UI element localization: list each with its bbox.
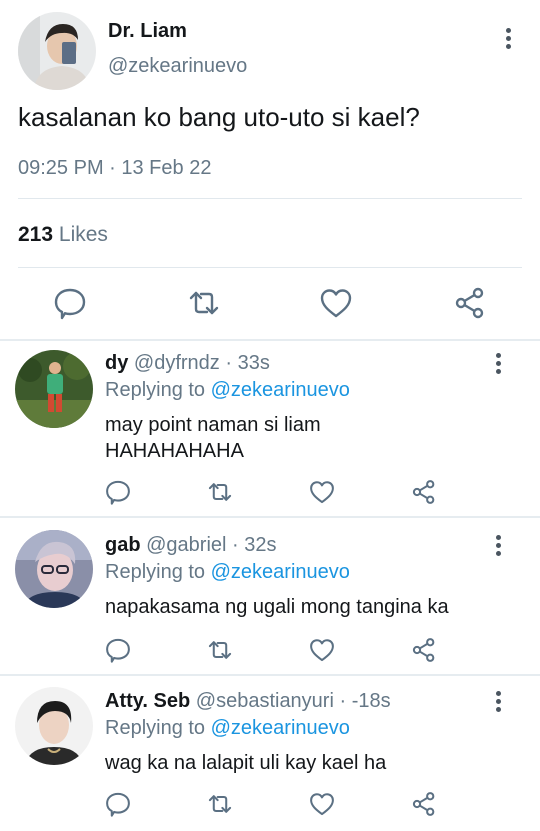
avatar[interactable] <box>18 12 96 90</box>
likes-number: 213 <box>18 223 54 246</box>
more-options-icon[interactable] <box>506 28 512 52</box>
like-icon[interactable] <box>308 790 336 818</box>
share-icon[interactable] <box>410 636 438 664</box>
reply-header: gab @gabriel · 32s <box>105 534 277 557</box>
avatar[interactable] <box>15 530 93 608</box>
reply-author-handle[interactable]: @gabriel <box>146 534 226 556</box>
reply-text-line: wag ka na lalapit uli kay kael ha <box>105 752 387 774</box>
reply-actions <box>0 790 540 830</box>
divider <box>18 267 522 268</box>
reply-icon[interactable] <box>104 636 132 664</box>
mention-link[interactable]: @zekearinuevo <box>211 561 350 583</box>
like-icon[interactable] <box>308 478 336 506</box>
reply-text-line: may point naman si liam <box>105 414 321 436</box>
replying-label: Replying to <box>105 379 206 401</box>
reply-author-name[interactable]: gab <box>105 534 141 556</box>
retweet-icon[interactable] <box>206 790 234 818</box>
reply-time: · -18s <box>333 690 391 712</box>
reply-time: · 32s <box>226 534 277 556</box>
likes-count[interactable]: 213 Likes <box>18 223 108 247</box>
main-tweet: Dr. Liam @zekearinuevo kasalanan ko bang… <box>0 0 540 340</box>
reply-tweet[interactable]: dy @dyfrndz · 33s Replying to @zekearinu… <box>0 341 540 516</box>
retweet-icon[interactable] <box>206 636 234 664</box>
more-options-icon[interactable] <box>496 535 502 559</box>
reply-tweet[interactable]: Atty. Seb @sebastianyuri · -18s Replying… <box>0 676 540 831</box>
reply-text: may point naman si liam HAHAHAHAHA <box>105 412 321 464</box>
reply-text: wag ka na lalapit uli kay kael ha <box>105 750 386 776</box>
reply-author-handle[interactable]: @sebastianyuri <box>196 690 334 712</box>
retweet-icon[interactable] <box>186 285 222 321</box>
reply-time: · 33s <box>219 352 270 374</box>
tweet-text: kasalanan ko bang uto-uto si kael? <box>18 102 420 132</box>
replying-label: Replying to <box>105 561 206 583</box>
reply-header: Atty. Seb @sebastianyuri · -18s <box>105 690 391 713</box>
more-options-icon[interactable] <box>496 353 502 377</box>
reply-author-handle[interactable]: @dyfrndz <box>134 352 220 374</box>
divider <box>18 198 522 199</box>
replying-to: Replying to @zekearinuevo <box>105 379 350 402</box>
share-icon[interactable] <box>410 478 438 506</box>
tweet-timestamp[interactable]: 09:25 PM · 13 Feb 22 <box>18 157 211 180</box>
reply-actions <box>0 636 540 676</box>
mention-link[interactable]: @zekearinuevo <box>211 717 350 739</box>
reply-icon[interactable] <box>104 478 132 506</box>
reply-icon[interactable] <box>104 790 132 818</box>
likes-label: Likes <box>58 223 108 246</box>
reply-text-line: HAHAHAHAHA <box>105 440 244 462</box>
reply-tweet[interactable]: gab @gabriel · 32s Replying to @zekearin… <box>0 518 540 674</box>
author-handle[interactable]: @zekearinuevo <box>108 55 247 78</box>
tweet-actions <box>0 285 540 325</box>
share-icon[interactable] <box>452 285 488 321</box>
reply-text: napakasama ng ugali mong tangina ka <box>105 594 449 620</box>
reply-author-name[interactable]: dy <box>105 352 128 374</box>
share-icon[interactable] <box>410 790 438 818</box>
reply-author-name[interactable]: Atty. Seb <box>105 690 190 712</box>
avatar[interactable] <box>15 687 93 765</box>
reply-actions <box>0 478 540 518</box>
avatar[interactable] <box>15 350 93 428</box>
reply-icon[interactable] <box>52 285 88 321</box>
more-options-icon[interactable] <box>496 691 502 715</box>
reply-header: dy @dyfrndz · 33s <box>105 352 270 375</box>
retweet-icon[interactable] <box>206 478 234 506</box>
like-icon[interactable] <box>308 636 336 664</box>
reply-text-line: napakasama ng ugali mong tangina ka <box>105 596 449 618</box>
replying-to: Replying to @zekearinuevo <box>105 717 350 740</box>
mention-link[interactable]: @zekearinuevo <box>211 379 350 401</box>
author-name[interactable]: Dr. Liam <box>108 20 187 43</box>
replying-to: Replying to @zekearinuevo <box>105 561 350 584</box>
replying-label: Replying to <box>105 717 206 739</box>
like-icon[interactable] <box>318 285 354 321</box>
